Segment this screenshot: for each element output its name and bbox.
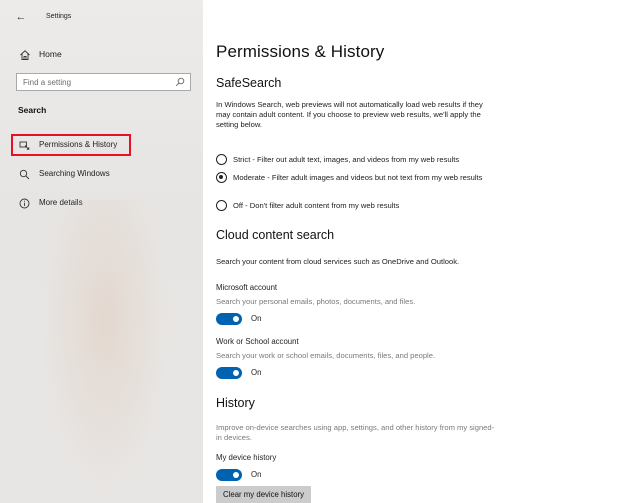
toggle-state-label: On (251, 368, 262, 377)
radio-button-selected[interactable] (216, 172, 227, 183)
microsoft-account-description: Search your personal emails, photos, doc… (216, 297, 416, 306)
sidebar-item-label: Home (39, 49, 62, 59)
safesearch-description: In Windows Search, web previews will not… (216, 100, 483, 129)
settings-window: ← Settings Home Search Permissions & His… (0, 0, 620, 503)
sidebar: ← Settings Home Search Permissions & His… (0, 0, 203, 503)
toggle-state-label: On (251, 470, 262, 479)
page-title: Permissions & History (216, 42, 385, 61)
device-history-toggle[interactable] (216, 469, 242, 481)
sidebar-item-label: Searching Windows (39, 169, 110, 178)
search-input[interactable] (17, 74, 173, 90)
title-bar: ← Settings (0, 0, 203, 32)
search-icon (19, 169, 30, 180)
cloud-search-description: Search your content from cloud services … (216, 257, 460, 266)
clear-device-history-button[interactable]: Clear my device history (216, 486, 312, 503)
radio-button[interactable] (216, 154, 227, 165)
sidebar-item-label: Permissions & History (39, 140, 118, 149)
sidebar-section-title: Search (18, 105, 47, 115)
radio-button[interactable] (216, 200, 227, 211)
work-account-toggle[interactable] (216, 367, 242, 379)
sidebar-item-home[interactable]: Home (0, 44, 203, 66)
back-arrow-icon[interactable]: ← (14, 10, 28, 24)
radio-label: Off - Don't filter adult content from my… (233, 201, 400, 210)
search-icon[interactable] (175, 77, 185, 87)
microsoft-account-toggle-row: On (216, 313, 276, 325)
device-history-label: My device history (216, 453, 277, 462)
sidebar-item-permissions-history[interactable]: Permissions & History (11, 134, 131, 156)
work-account-toggle-row: On (216, 367, 276, 379)
sidebar-item-label: More details (39, 198, 83, 207)
main-content: Permissions & History SafeSearch In Wind… (203, 0, 620, 503)
info-icon (19, 198, 30, 209)
history-heading: History (216, 396, 255, 410)
toggle-state-label: On (251, 314, 262, 323)
safesearch-heading: SafeSearch (216, 76, 282, 90)
history-description: Improve on-device searches using app, se… (216, 423, 495, 442)
work-account-label: Work or School account (216, 337, 299, 346)
settings-search-box (16, 73, 191, 91)
work-account-description: Search your work or school emails, docum… (216, 351, 436, 360)
window-title: Settings (46, 13, 72, 20)
radio-label: Moderate - Filter adult images and video… (233, 173, 483, 182)
microsoft-account-toggle[interactable] (216, 313, 242, 325)
cloud-search-heading: Cloud content search (216, 228, 335, 242)
radio-label: Strict - Filter out adult text, images, … (233, 155, 460, 164)
microsoft-account-label: Microsoft account (216, 283, 278, 292)
sidebar-item-more-details[interactable]: More details (11, 192, 199, 214)
home-icon (20, 50, 30, 60)
permissions-icon (19, 141, 30, 150)
sidebar-item-searching-windows[interactable]: Searching Windows (11, 163, 199, 185)
device-history-toggle-row: On (216, 469, 276, 481)
